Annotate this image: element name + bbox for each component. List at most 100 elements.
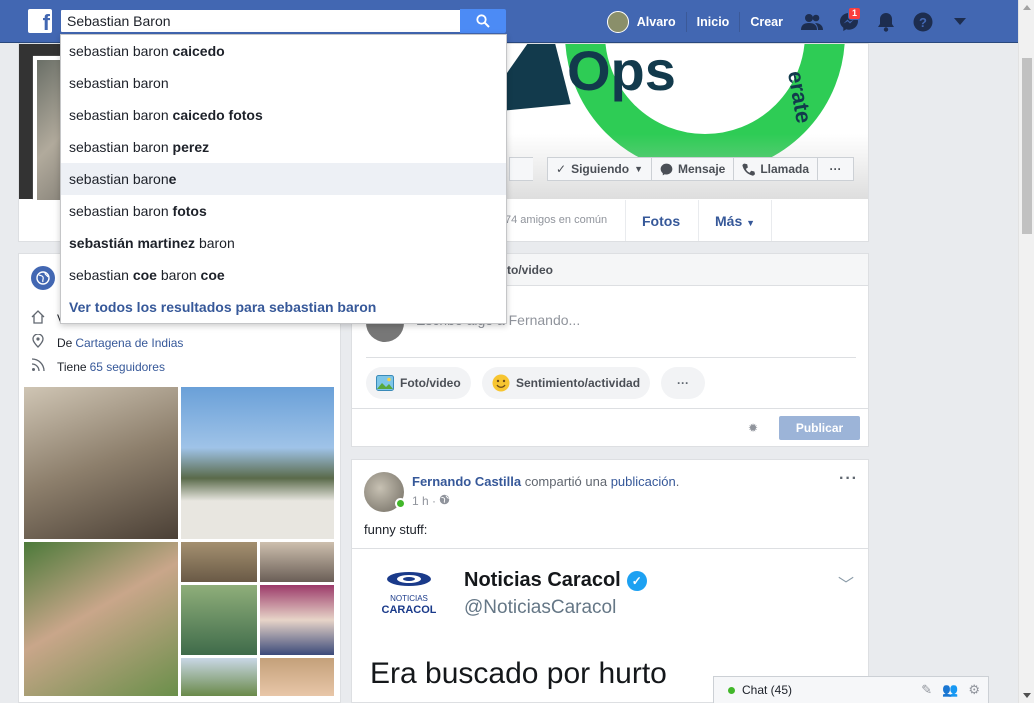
gear-icon[interactable]: ✹ [748,421,758,435]
photo-thumbnail[interactable] [180,657,258,697]
search-suggestion[interactable]: sebastian baron fotos [61,195,506,227]
help-button[interactable]: ? [904,0,941,43]
globe-icon [439,494,450,508]
rss-icon [31,358,49,375]
scroll-down-arrow-icon[interactable] [1023,693,1031,698]
search-suggestion[interactable]: sebastian baron caicedo fotos [61,99,506,131]
photo-thumbnail[interactable] [23,541,179,697]
feeling-activity-button[interactable]: Sentimiento/actividad [482,367,651,399]
post-action-text: compartió una [521,474,611,489]
post-header: Fernando Castilla compartió una publicac… [412,474,679,489]
suggestion-text: sebastian baron [69,107,173,123]
call-label: Llamada [760,162,810,176]
post-options-button[interactable]: ··· [839,470,858,488]
more-actions-button[interactable]: ··· [818,157,855,181]
photo-thumbnail[interactable] [259,541,335,583]
post-text: funny stuff: [364,522,428,537]
chat-sidebar-bar[interactable]: Chat (45) ✎ 👥 ⚙ [713,676,989,703]
tab-more[interactable]: Más ▼ [698,200,773,241]
chat-icons: ✎ 👥 ⚙ [921,682,980,698]
gear-icon[interactable]: ⚙ [968,682,980,698]
photo-thumbnail[interactable] [180,541,258,583]
photo-video-button[interactable]: Foto/video [366,367,471,399]
suggestion-bold-text: perez [172,139,210,155]
suggestion-bold-text: caicedo [172,43,225,59]
cover-logo-wordmark: Ops [567,44,676,102]
notifications-button[interactable] [867,0,904,43]
photo-thumbnail[interactable] [23,386,179,540]
tweet-handle: @NoticiasCaracol [464,597,617,618]
post-action-end: . [675,474,680,489]
tab-photos[interactable]: Fotos [625,200,696,241]
suggestion-bold-text: coe [132,267,157,283]
search-input[interactable] [61,10,460,32]
photo-thumbnail[interactable] [180,584,258,656]
search-button[interactable] [460,9,506,33]
caret-down-icon [953,17,966,25]
friends-icon [800,13,823,30]
search-suggestion[interactable]: sebastian baron perez [61,131,506,163]
scroll-thumb[interactable] [1022,58,1032,234]
post-time-text: 1 h · [412,494,437,508]
compose-icon[interactable]: ✎ [921,682,932,698]
phone-icon [742,163,756,176]
caret-down-icon: ▼ [634,164,643,174]
hometown-link[interactable]: Cartagena de Indias [75,336,183,350]
message-label: Mensaje [677,162,726,176]
following-button[interactable]: ✓ Siguiendo ▼ [547,157,652,181]
nav-home-link[interactable]: Inicio [685,11,740,32]
search-field-container[interactable] [60,9,461,33]
question-icon: ? [913,12,932,31]
see-all-results-link[interactable]: Ver todos los resultados para sebastian … [61,291,506,323]
suggestion-bold-text: coe [200,267,225,283]
check-icon: ✓ [556,162,567,176]
group-icon[interactable]: 👥 [942,682,958,698]
followers-link[interactable]: 65 seguidores [90,360,165,374]
call-button[interactable]: Llamada [734,157,819,181]
facebook-logo-icon[interactable]: f [28,9,52,35]
chevron-down-icon[interactable]: ﹀ [838,571,854,595]
nav-create-link[interactable]: Crear [739,11,793,32]
messages-button[interactable]: 1 [830,0,867,43]
suggestion-text: sebastian baron [69,203,173,219]
add-friend-stub-button[interactable] [509,157,533,181]
intro-line-from: De Cartagena de Indias [31,333,183,351]
account-menu-button[interactable] [941,0,978,43]
messages-badge: 1 [847,7,861,20]
suggestion-bold-text: fotos [172,203,207,219]
composer-more-button[interactable]: ··· [661,367,705,399]
search-suggestion-highlighted[interactable]: sebastian barone [61,163,506,195]
mutual-friends-count[interactable]: 74 amigos en común [505,214,607,226]
search-icon [476,14,490,28]
feeling-activity-label: Sentimiento/actividad [516,376,641,390]
suggestion-text: sebastian baron [69,75,169,91]
search-suggestion[interactable]: sebastian baron caicedo [61,35,506,67]
scroll-up-arrow-icon[interactable] [1023,5,1031,10]
chat-label: Chat (45) [742,683,793,697]
photo-thumbnail[interactable] [180,386,335,540]
post-timestamp[interactable]: 1 h · [412,494,450,508]
suggestion-bold-text: sebastián martinez [69,235,196,251]
search-suggestion[interactable]: sebastián martinez baron [61,227,506,259]
page-scrollbar[interactable] [1018,0,1034,703]
post-shared-link[interactable]: publicación [611,474,676,489]
suggestion-bold-text: e [168,171,177,187]
search-suggestion[interactable]: sebastian baron [61,67,506,99]
following-label: Siguiendo [571,162,630,176]
logo-wordmark-bottom: CARACOL [382,604,436,616]
tweet-author-name: Noticias Caracol [464,569,621,591]
friend-requests-button[interactable] [793,0,830,43]
publish-button[interactable]: Publicar [779,416,860,440]
photo-thumbnail[interactable] [259,657,335,697]
photo-thumbnail[interactable] [259,584,335,656]
avatar [606,10,629,33]
online-status-icon [728,686,735,694]
intro-line-followers: Tiene 65 seguidores [31,358,165,375]
messenger-icon [660,163,673,175]
nav-profile-link[interactable]: Alvaro [606,10,686,33]
profile-actions: ✓ Siguiendo ▼ Mensaje Llamada ··· [509,157,855,181]
message-button[interactable]: Mensaje [651,157,735,181]
post-author-link[interactable]: Fernando Castilla [412,474,521,489]
location-pin-icon [31,333,49,351]
search-suggestion[interactable]: sebastian coe baron coe [61,259,506,291]
